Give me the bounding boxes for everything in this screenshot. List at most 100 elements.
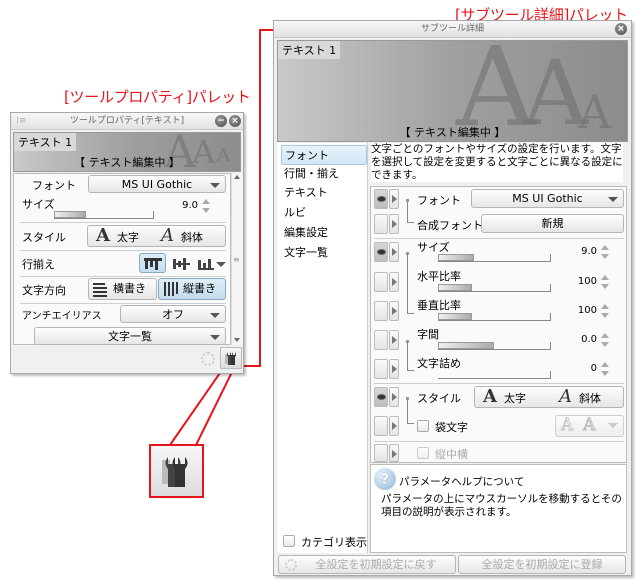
align-top-icon bbox=[143, 258, 162, 270]
italic-icon[interactable]: A bbox=[559, 386, 572, 407]
chevron-down-icon bbox=[210, 183, 220, 188]
reset-all-label: 全設定を初期設定に戻す bbox=[315, 558, 437, 571]
size-slider-fill bbox=[54, 211, 86, 218]
sub-tool-detail-button[interactable] bbox=[220, 347, 242, 369]
close-icon[interactable]: × bbox=[229, 115, 241, 127]
style-visibility-toggle[interactable] bbox=[374, 387, 388, 407]
align-label: 行揃え bbox=[22, 258, 55, 271]
size-spinner[interactable] bbox=[601, 245, 609, 259]
outline-checkbox[interactable] bbox=[417, 420, 429, 432]
align-top-button[interactable] bbox=[139, 253, 166, 273]
wrench-icon bbox=[225, 352, 236, 365]
font-dropdown[interactable]: MS UI Gothic bbox=[88, 175, 226, 193]
italic-button[interactable]: 斜体 bbox=[579, 390, 601, 406]
sub-tool-detail-titlebar[interactable]: サブツール詳細 × bbox=[274, 21, 631, 38]
outline-visibility-toggle[interactable] bbox=[374, 416, 388, 436]
category-item-char-list[interactable]: 文字一覧 bbox=[281, 243, 367, 261]
size-visibility-toggle[interactable] bbox=[374, 242, 388, 262]
align-bottom-icon[interactable] bbox=[197, 257, 217, 271]
composite-font-visibility-toggle[interactable] bbox=[374, 214, 388, 234]
register-all-button[interactable]: 全設定を初期設定に登録 bbox=[458, 555, 626, 574]
size-value: 9.0 bbox=[182, 200, 198, 211]
hscale-visibility-toggle[interactable] bbox=[374, 272, 388, 292]
tcy-checkbox[interactable] bbox=[417, 447, 429, 459]
tcy-visibility-toggle[interactable] bbox=[374, 444, 388, 462]
chevron-down-icon[interactable] bbox=[216, 262, 226, 267]
font-visibility-toggle[interactable] bbox=[374, 189, 388, 209]
minimize-icon[interactable]: − bbox=[215, 115, 227, 127]
outline-style-dropdown[interactable]: A A bbox=[555, 415, 624, 437]
hscale-expand-button[interactable] bbox=[389, 272, 399, 292]
category-list: フォント 行間・揃え テキスト ルビ 編集設定 文字一覧 カテゴリ表示 bbox=[277, 143, 368, 553]
outline-a-shadow-icon: A bbox=[582, 415, 596, 435]
category-display-checkbox[interactable] bbox=[283, 535, 295, 547]
align-center-icon[interactable] bbox=[172, 257, 192, 271]
tool-property-titlebar[interactable]: ⁞≡ ツールプロパティ[テキスト] − × bbox=[11, 113, 243, 130]
hscale-slider[interactable] bbox=[438, 284, 551, 292]
category-item-text[interactable]: テキスト bbox=[281, 183, 367, 201]
style-label: スタイル bbox=[417, 392, 461, 405]
italic-icon[interactable]: A bbox=[161, 225, 174, 246]
bold-button[interactable]: 太字 bbox=[117, 229, 139, 245]
category-item-font[interactable]: フォント bbox=[281, 145, 367, 165]
tool-property-scrollbar[interactable]: ≡ bbox=[231, 173, 242, 345]
eye-icon bbox=[377, 249, 386, 255]
scroll-up-icon[interactable] bbox=[234, 175, 240, 179]
font-expand-button[interactable] bbox=[389, 189, 399, 209]
size-expand-button[interactable] bbox=[389, 242, 399, 262]
horizontal-button[interactable]: 横書き bbox=[88, 278, 157, 300]
tree-connector bbox=[407, 201, 414, 223]
spacing-expand-button[interactable] bbox=[389, 330, 399, 350]
category-item-edit-settings[interactable]: 編集設定 bbox=[281, 223, 367, 241]
category-display-label[interactable]: カテゴリ表示 bbox=[301, 534, 367, 550]
kerning-spinner[interactable] bbox=[601, 362, 609, 376]
category-item-line-spacing[interactable]: 行間・揃え bbox=[281, 164, 367, 182]
reset-spinner-icon[interactable] bbox=[201, 352, 215, 366]
kerning-expand-button[interactable] bbox=[389, 359, 399, 379]
divider bbox=[20, 222, 226, 223]
vertical-text-icon bbox=[164, 282, 178, 296]
scroll-grip-icon[interactable]: ≡ bbox=[233, 255, 240, 264]
char-list-dropdown[interactable]: 文字一覧 bbox=[34, 327, 226, 345]
kerning-visibility-toggle[interactable] bbox=[374, 359, 388, 379]
horizontal-label: 横書き bbox=[113, 282, 146, 295]
vscale-visibility-toggle[interactable] bbox=[374, 301, 388, 321]
outline-expand-button[interactable] bbox=[389, 416, 399, 436]
palette-menu-icon[interactable]: ⁞≡ bbox=[16, 113, 26, 130]
antialias-dropdown[interactable]: オフ bbox=[120, 305, 226, 323]
tree-connector bbox=[407, 342, 414, 371]
hscale-label: 水平比率 bbox=[417, 270, 461, 283]
spacing-visibility-toggle[interactable] bbox=[374, 330, 388, 350]
tcy-expand-button[interactable] bbox=[389, 444, 399, 462]
reset-all-button[interactable]: 全設定を初期設定に戻す bbox=[278, 555, 456, 574]
category-item-ruby[interactable]: ルビ bbox=[281, 203, 367, 221]
spacing-slider[interactable] bbox=[438, 342, 551, 350]
size-spinner[interactable] bbox=[202, 199, 210, 213]
scroll-down-icon[interactable] bbox=[234, 338, 240, 342]
composite-font-new-button[interactable]: 新規 bbox=[481, 214, 624, 233]
close-icon[interactable]: × bbox=[615, 23, 627, 35]
category-description: 文字ごとのフォントやサイズの設定を行います。文字を選択して設定を変更すると文字ご… bbox=[371, 143, 623, 182]
composite-font-label: 合成フォント bbox=[417, 219, 483, 232]
antialias-label: アンチエイリアス bbox=[22, 311, 102, 322]
size-slider[interactable] bbox=[54, 211, 154, 219]
vscale-spinner[interactable] bbox=[601, 304, 609, 318]
italic-button[interactable]: 斜体 bbox=[181, 229, 203, 245]
help-title: パラメータヘルプについて bbox=[399, 476, 525, 488]
bold-icon[interactable]: A bbox=[96, 225, 110, 246]
eye-icon bbox=[377, 394, 386, 400]
style-expand-button[interactable] bbox=[389, 387, 399, 407]
size-slider[interactable] bbox=[438, 254, 551, 262]
spacing-spinner[interactable] bbox=[601, 333, 609, 347]
bold-button[interactable]: 太字 bbox=[504, 390, 526, 406]
composite-font-expand-button[interactable] bbox=[389, 214, 399, 234]
hscale-spinner[interactable] bbox=[601, 275, 609, 289]
tool-property-palette: ⁞≡ ツールプロパティ[テキスト] − × A A A テキスト 1 【 テキス… bbox=[10, 112, 244, 374]
vscale-expand-button[interactable] bbox=[389, 301, 399, 321]
bold-icon[interactable]: A bbox=[483, 386, 497, 407]
font-dropdown[interactable]: MS UI Gothic bbox=[471, 189, 624, 208]
kerning-slider[interactable] bbox=[438, 371, 551, 379]
vertical-button[interactable]: 縦書き bbox=[158, 278, 226, 300]
tcy-label: 縦中横 bbox=[435, 448, 468, 461]
vscale-slider[interactable] bbox=[438, 313, 551, 321]
